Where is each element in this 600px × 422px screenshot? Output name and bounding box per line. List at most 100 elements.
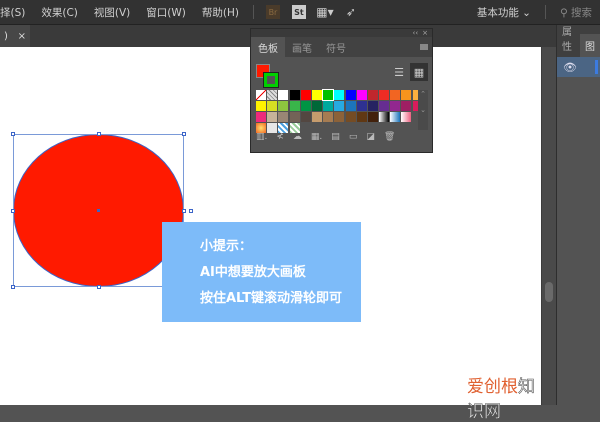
fill-stroke-indicator[interactable] <box>256 64 280 88</box>
new-group-icon[interactable]: ▭ <box>349 132 358 142</box>
color-swatch[interactable] <box>367 112 378 122</box>
new-swatch-icon[interactable]: ◪ <box>366 132 375 142</box>
color-swatch[interactable] <box>267 112 278 122</box>
color-swatch[interactable] <box>390 101 401 111</box>
right-panel: 属性 图 👁 <box>556 25 600 405</box>
resize-handle[interactable] <box>182 209 186 213</box>
search-input[interactable]: ⚲ 搜索 <box>552 5 600 20</box>
color-swatch[interactable] <box>367 90 378 100</box>
stroke-swatch[interactable] <box>263 72 279 88</box>
resize-handle[interactable] <box>97 285 101 289</box>
search-placeholder: 搜索 <box>571 6 592 19</box>
color-swatch[interactable] <box>401 90 412 100</box>
color-swatch[interactable] <box>356 101 367 111</box>
color-swatch[interactable] <box>300 90 311 100</box>
tab-brushes[interactable]: 画笔 <box>285 37 319 57</box>
layer-color-bar <box>595 60 598 74</box>
color-swatch[interactable] <box>289 90 300 100</box>
swatches-panel: ‹‹ × 色板 画笔 符号 ☰ ▦ ⌃ ⌄ ▥. ≮ ☁ ▦. ▤ ▭ ◪ 🗑 <box>250 28 433 153</box>
color-swatch[interactable] <box>256 90 266 100</box>
color-swatch[interactable] <box>334 90 345 100</box>
grid-view-icon[interactable]: ▦ <box>410 63 428 81</box>
color-swatch[interactable] <box>401 112 412 122</box>
menu-window[interactable]: 窗口(W) <box>138 5 194 20</box>
color-swatch[interactable] <box>390 112 401 122</box>
layer-row[interactable]: 👁 <box>557 57 600 77</box>
color-swatch[interactable] <box>379 112 390 122</box>
resize-handle[interactable] <box>11 132 15 136</box>
collapse-icon[interactable]: ‹‹ <box>413 29 419 37</box>
list-view-icon[interactable]: ☰ <box>390 63 408 81</box>
swatch-libraries-icon[interactable]: ▥. <box>256 132 267 142</box>
vertical-scrollbar[interactable] <box>541 47 556 405</box>
stock-icon[interactable]: St <box>291 5 306 19</box>
color-swatch[interactable] <box>345 90 356 100</box>
panel-menu-icon[interactable] <box>420 44 428 50</box>
color-swatch[interactable] <box>256 101 266 111</box>
document-tab[interactable]: ) × <box>0 25 30 47</box>
color-swatch[interactable] <box>311 101 322 111</box>
color-swatch[interactable] <box>278 90 289 100</box>
swatch-options-icon[interactable]: ▦. <box>311 132 322 142</box>
color-swatch[interactable] <box>356 90 367 100</box>
color-swatch[interactable] <box>300 101 311 111</box>
resize-handle[interactable] <box>11 209 15 213</box>
menu-effect[interactable]: 效果(C) <box>33 5 86 20</box>
eye-icon[interactable]: 👁 <box>563 61 577 74</box>
tab-properties[interactable]: 属性 <box>557 19 580 57</box>
color-swatch[interactable] <box>278 101 289 111</box>
cloud-library-icon[interactable]: ☁ <box>293 132 302 142</box>
delete-icon[interactable]: 🗑 <box>384 132 395 142</box>
tip-line: AI中想要放大画板 <box>200 265 306 280</box>
color-swatch[interactable] <box>322 89 335 101</box>
color-swatch[interactable] <box>401 101 412 111</box>
color-swatch[interactable] <box>300 112 311 122</box>
color-swatch[interactable] <box>311 90 322 100</box>
workspace-label: 基本功能 <box>476 6 519 19</box>
resize-handle[interactable] <box>182 132 186 136</box>
color-swatch[interactable] <box>345 101 356 111</box>
close-panel-icon[interactable]: × <box>422 29 428 37</box>
gpu-rocket-icon[interactable]: ➶ <box>344 5 358 19</box>
resize-handle[interactable] <box>11 285 15 289</box>
tip-line: 按住ALT键滚动滑轮即可 <box>200 291 343 306</box>
watermark: 爱创根知识网 <box>467 372 541 422</box>
menu-select[interactable]: 择(S) <box>0 5 33 20</box>
tab-symbols[interactable]: 符号 <box>319 37 353 57</box>
color-swatch[interactable] <box>367 101 378 111</box>
menu-help[interactable]: 帮助(H) <box>194 5 247 20</box>
tab-swatches[interactable]: 色板 <box>251 37 285 57</box>
rotate-handle[interactable] <box>189 209 193 213</box>
color-group-icon[interactable]: ▤ <box>331 132 340 142</box>
arrange-documents-icon[interactable]: ▦▾ <box>316 5 333 19</box>
color-swatch[interactable] <box>289 112 300 122</box>
color-swatch[interactable] <box>334 112 345 122</box>
color-swatch[interactable] <box>267 90 278 100</box>
color-swatch[interactable] <box>334 101 345 111</box>
workspace-switcher[interactable]: 基本功能 ⌄ <box>469 5 539 20</box>
divider <box>252 5 254 19</box>
color-swatch[interactable] <box>278 112 289 122</box>
resize-handle[interactable] <box>97 132 101 136</box>
color-swatch[interactable] <box>379 101 390 111</box>
color-swatch[interactable] <box>311 112 322 122</box>
color-swatch[interactable] <box>323 101 334 111</box>
close-tab-icon[interactable]: × <box>18 31 26 42</box>
color-swatch[interactable] <box>356 112 367 122</box>
color-swatch[interactable] <box>345 112 356 122</box>
tab-layers[interactable]: 图 <box>580 34 600 57</box>
color-swatch[interactable] <box>267 101 278 111</box>
color-swatch[interactable] <box>256 112 266 122</box>
scrollbar-thumb[interactable] <box>545 282 553 302</box>
kinds-icon[interactable]: ≮ <box>276 132 284 142</box>
color-swatch[interactable] <box>289 101 300 111</box>
document-tab-label: ) <box>4 30 8 42</box>
swatch-scrollbar[interactable]: ⌃ ⌄ <box>418 90 428 130</box>
color-swatch[interactable] <box>390 90 401 100</box>
menu-view[interactable]: 视图(V) <box>86 5 138 20</box>
color-swatch[interactable] <box>323 112 334 122</box>
tip-title: 小提示： <box>200 239 253 254</box>
bridge-icon[interactable]: Br <box>265 5 280 19</box>
color-swatch[interactable] <box>379 90 390 100</box>
tip-overlay: 小提示： AI中想要放大画板 按住ALT键滚动滑轮即可 <box>162 222 361 322</box>
